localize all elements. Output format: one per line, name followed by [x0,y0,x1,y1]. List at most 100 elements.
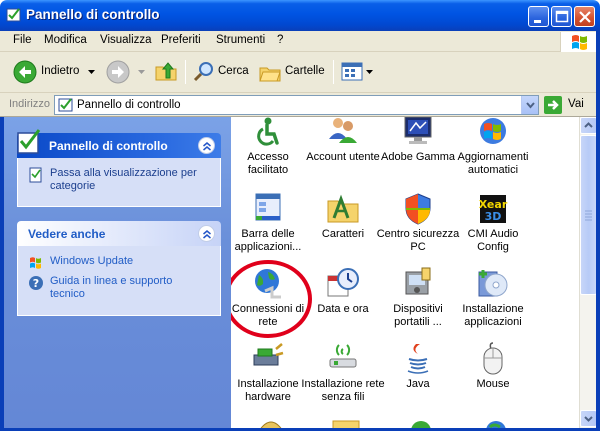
minimize-button[interactable] [528,6,549,27]
help-support-link[interactable]: ? Guida in linea e supporto tecnico [28,275,208,301]
go-button[interactable]: Vai [543,96,593,114]
windows-update-link[interactable]: Windows Update [28,255,220,269]
chevron-up-double-icon [203,230,211,239]
go-arrow-icon [544,96,562,114]
help-support-label: Guida in linea e supporto tecnico [50,275,173,300]
add-remove-programs-icon [478,270,508,297]
highlight-circle [231,260,312,338]
chevron-down-icon[interactable] [88,70,96,76]
scroll-down-button[interactable] [580,410,597,427]
monitor-icon [404,117,432,144]
item-label: Barra delle applicazioni... [234,228,302,253]
mouse-icon [483,342,503,375]
address-bar: Indirizzo Pannello di controllo Vai [0,93,600,117]
forward-button[interactable] [103,58,148,86]
task-pane: Pannello di controllo Passa alla visuali… [0,117,231,431]
windows-flag-icon [572,35,587,50]
back-label: Indietro [41,65,80,77]
item-label: Java [406,378,430,390]
collapse-button[interactable] [198,225,215,242]
title-bar[interactable]: Pannello di controllo [0,0,600,31]
item-label: CMI Audio Config [467,228,519,253]
menu-modifica[interactable]: Modifica [44,34,87,46]
see-also-box-body: Windows Update ? Guida in linea e suppor… [17,246,221,316]
search-icon [193,62,213,82]
grip-icon [585,210,592,221]
svg-text:3D: 3D [485,210,502,223]
item-label: Installazione hardware [237,378,299,403]
scroll-thumb[interactable] [580,135,597,295]
back-arrow-icon [13,60,37,84]
chevron-down-icon [584,416,593,422]
chevron-up-icon [584,122,593,128]
folders-label: Cartelle [285,65,325,77]
svg-text:?: ? [33,277,39,290]
windows-update-icon [30,257,41,269]
item-label: Aggiornamenti automatici [457,151,529,176]
control-panel-box-title: Pannello di controllo [49,139,168,153]
chevron-down-icon [366,70,373,74]
category-view-icon [29,167,42,183]
item-label: Account utente [306,151,380,163]
folders-button[interactable]: Cartelle [256,58,328,86]
portable-devices-icon [405,267,431,295]
see-also-title: Vedere anche [28,227,106,241]
item-label: Installazione applicazioni [462,303,524,328]
user-accounts-icon [329,118,357,143]
go-label: Vai [568,98,584,110]
views-button[interactable] [339,58,375,86]
fonts-folder-icon [327,194,359,223]
item-label: Installazione rete senza fili [301,378,385,403]
item-label: Mouse [476,378,510,390]
address-dropdown-button[interactable] [521,96,538,114]
forward-arrow-icon [106,60,130,84]
windows-update-icon [480,118,506,144]
windows-update-label: Windows Update [50,255,134,267]
up-folder-button[interactable] [153,58,181,86]
address-input[interactable]: Pannello di controllo [54,95,539,115]
java-icon [407,344,429,374]
chevron-up-double-icon [203,142,211,151]
address-value: Pannello di controllo [77,99,181,111]
switch-category-view-link[interactable]: Passa alla visualizzazione per categorie [28,167,208,193]
chevron-down-icon [138,70,145,74]
control-panel-icon [6,8,21,22]
menu-bar: File Modifica Visualizza Preferiti Strum… [0,31,600,52]
collapse-button[interactable] [198,137,215,154]
help-icon: ? [29,276,43,290]
control-panel-icon [17,129,41,154]
search-button[interactable]: Cerca [190,58,252,86]
window-title: Pannello di controllo [26,7,160,22]
folders-icon [259,67,281,82]
close-button[interactable] [574,6,595,27]
back-button[interactable]: Indietro [8,58,98,86]
vertical-scrollbar[interactable] [579,117,597,428]
windows-logo [560,32,596,52]
wireless-network-icon [329,344,357,368]
control-panel-icon [58,98,73,112]
menu-preferiti[interactable]: Preferiti [161,34,201,46]
menu-visualizza[interactable]: Visualizza [100,34,152,46]
see-also-box-header[interactable]: Vedere anche [17,221,221,246]
minimize-icon [534,20,541,23]
item-label: Accesso facilitato [247,151,289,176]
menu-help[interactable]: ? [277,34,283,46]
control-panel-box-body: Passa alla visualizzazione per categorie [17,158,221,207]
scroll-up-button[interactable] [580,117,597,134]
control-panel-items: Accesso facilitato Account utente Adobe … [231,117,579,431]
accessibility-icon [257,117,279,146]
see-also-box: Vedere anche Windows Update ? Guida in l… [17,221,221,316]
views-icon [341,62,363,81]
item-label: Caratteri [321,228,365,240]
maximize-button[interactable] [551,6,572,27]
security-shield-icon [405,193,431,225]
add-hardware-icon [253,343,284,366]
menu-strumenti[interactable]: Strumenti [216,34,265,46]
search-label: Cerca [218,65,249,77]
menu-file[interactable]: File [13,34,32,46]
chevron-down-icon [526,102,535,109]
cmi-audio-icon: Xear 3D [479,195,508,223]
control-panel-box-header[interactable]: Pannello di controllo [17,129,221,158]
item-label: Centro sicurezza PC [376,228,460,253]
up-folder-icon [155,62,177,81]
